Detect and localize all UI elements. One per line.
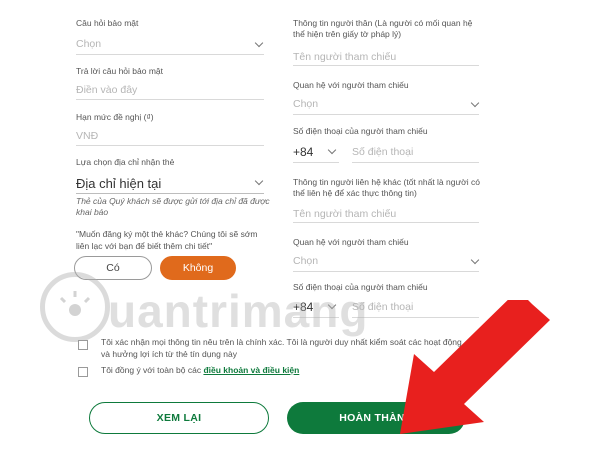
relationship2-select[interactable]: Chọn — [293, 255, 318, 267]
chevron-down-icon — [470, 255, 480, 265]
relationship2-label: Quan hệ với người tham chiếu — [293, 237, 409, 247]
watermark-text: uantrimang — [108, 285, 369, 337]
security-answer-input[interactable]: Điền vào đây — [76, 84, 137, 96]
limit-label: Hạn mức đề nghị (₫) — [76, 112, 154, 122]
agree-checkbox[interactable] — [78, 367, 88, 377]
agree-prefix: Tôi đồng ý với toàn bộ các — [101, 365, 204, 375]
relationship1-select[interactable]: Chọn — [293, 98, 318, 110]
security-question-label: Câu hỏi bảo mật — [76, 18, 139, 28]
relative-name-input[interactable]: Tên người tham chiếu — [293, 51, 396, 63]
divider — [76, 99, 264, 100]
divider — [293, 222, 479, 223]
divider — [293, 65, 479, 66]
divider — [76, 193, 264, 194]
terms-link[interactable]: điều khoản và điều kiện — [203, 365, 299, 375]
relative-label: Thông tin người thân (Là người có mối qu… — [293, 18, 473, 39]
card-address-hint: Thẻ của Quý khách sẽ được gửi tới địa ch… — [76, 196, 270, 217]
confirm-checkbox[interactable] — [78, 340, 88, 350]
security-answer-label: Trả lời câu hỏi bảo mật — [76, 66, 163, 76]
card-address-select[interactable]: Địa chỉ hiện tại — [76, 176, 161, 191]
relationship1-label: Quan hệ với người tham chiếu — [293, 80, 409, 90]
other-contact-label: Thông tin người liên hệ khác (tốt nhất l… — [293, 177, 480, 198]
phone1-input[interactable]: Số điện thoại — [352, 146, 413, 158]
no-button[interactable]: Không — [160, 256, 236, 280]
other-contact-name-input[interactable]: Tên người tham chiếu — [293, 208, 396, 220]
limit-input[interactable]: VNĐ — [76, 130, 98, 142]
security-question-select[interactable]: Chọn — [76, 38, 101, 50]
watermark-logo-icon — [40, 272, 110, 342]
review-button[interactable]: XEM LẠI — [89, 402, 269, 434]
divider — [293, 114, 479, 115]
divider — [293, 162, 339, 163]
red-arrow-icon — [400, 300, 550, 434]
divider — [352, 162, 479, 163]
divider — [76, 54, 264, 55]
chevron-down-icon — [470, 98, 480, 108]
extra-card-question: "Muốn đăng ký một thẻ khác? Chúng tôi sẽ… — [76, 229, 258, 251]
chevron-down-icon — [327, 145, 337, 155]
agree-text: Tôi đồng ý với toàn bộ các điều khoản và… — [101, 365, 299, 377]
phone1-label: Số điện thoại của người tham chiếu — [293, 126, 428, 136]
divider — [293, 271, 479, 272]
chevron-down-icon — [254, 38, 264, 48]
chevron-down-icon — [254, 176, 264, 186]
card-address-label: Lựa chọn địa chỉ nhận thẻ — [76, 157, 175, 167]
divider — [76, 145, 264, 146]
phone1-country-code[interactable]: +84 — [293, 145, 313, 159]
